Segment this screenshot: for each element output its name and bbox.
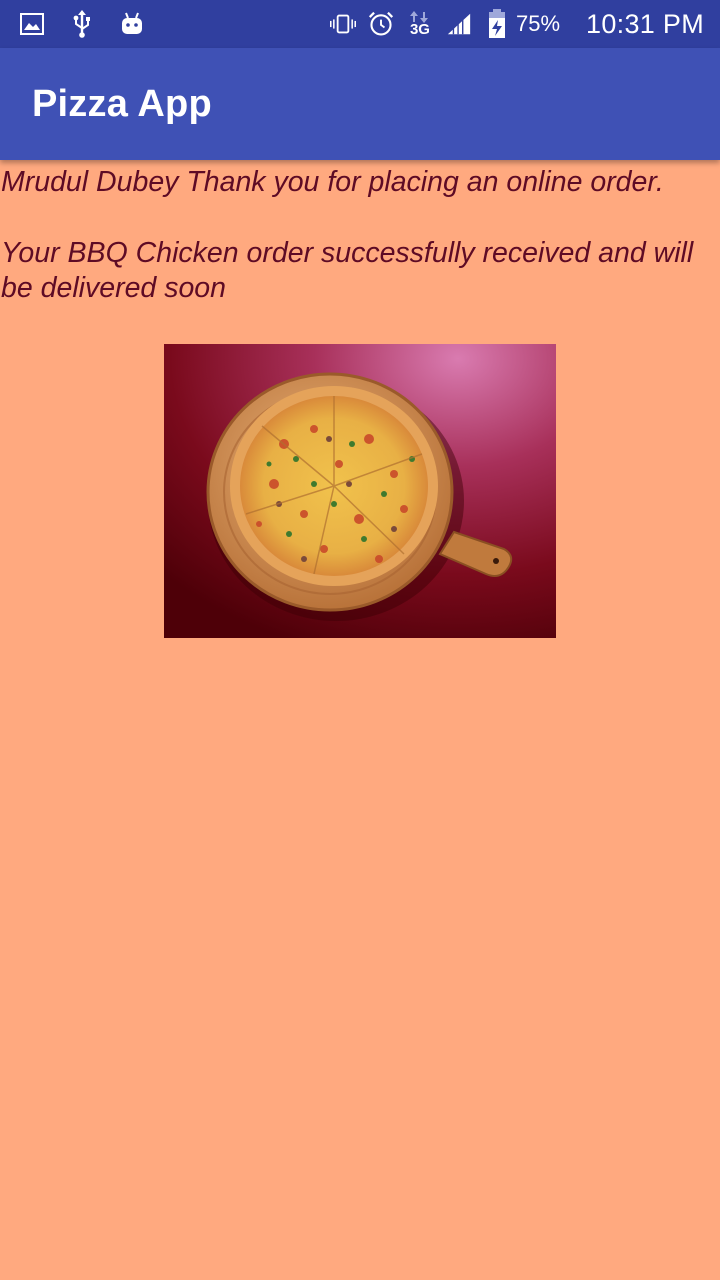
clock: 10:31 PM [586, 8, 704, 39]
thank-you-message: Mrudul Dubey Thank you for placing an on… [1, 166, 664, 198]
network-type-label: 3G [409, 21, 430, 38]
order-confirmation: Mrudul Dubey Thank you for placing an on… [0, 160, 720, 638]
usb-icon [70, 10, 94, 38]
order-status-message: Your BBQ Chicken order successfully rece… [1, 237, 694, 304]
signal-icon [446, 11, 472, 37]
battery-charging-icon [484, 9, 510, 38]
vibrate-icon [329, 11, 356, 37]
app-bar: Pizza App [0, 48, 720, 160]
app-title: Pizza App [32, 82, 212, 125]
battery-percent: 75% [515, 11, 561, 36]
status-right-icons: 3G 75% 10:31 PM [318, 9, 704, 40]
status-left-icons [20, 10, 170, 38]
image-icon [20, 12, 44, 36]
alarm-icon [368, 11, 394, 37]
status-bar: 3G 75% 10:31 PM [0, 0, 720, 48]
3g-data-icon: 3G [406, 11, 434, 37]
android-icon [120, 12, 144, 36]
pizza-image [164, 344, 556, 638]
